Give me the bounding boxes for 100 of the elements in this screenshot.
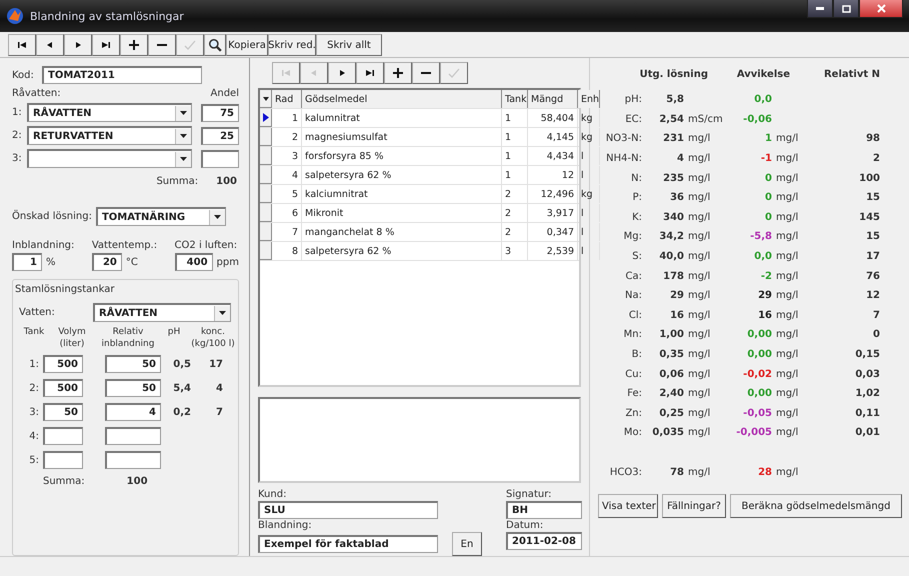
unit-label: mS/cm xyxy=(687,114,724,125)
table-cell: l xyxy=(578,223,600,241)
language-button[interactable]: En xyxy=(452,532,482,556)
result-value: 5,8 xyxy=(665,94,684,106)
code-field[interactable]: TOMAT2011 xyxy=(42,66,202,84)
table-cell: 2 xyxy=(502,223,528,241)
result-value: 16 xyxy=(669,310,684,321)
action-button[interactable]: Beräkna gödselmedelsmängd xyxy=(730,494,902,518)
result-label: EC: xyxy=(624,114,642,125)
first-button[interactable] xyxy=(8,34,36,56)
mix-field[interactable]: 50 xyxy=(105,355,161,373)
share-field[interactable]: 75 xyxy=(201,104,239,122)
relative-n-value: 145 xyxy=(858,212,880,223)
maximize-button[interactable] xyxy=(833,0,859,18)
field-label: CO2 i luften: xyxy=(174,240,238,251)
field-label: Kund: xyxy=(258,489,288,500)
remove-button[interactable] xyxy=(148,34,176,56)
search-button[interactable] xyxy=(204,34,226,56)
deviation-value: -1 xyxy=(760,153,772,164)
unit-label: mg/l xyxy=(775,153,800,164)
field-label: Datum: xyxy=(506,520,544,531)
parameter-field[interactable]: 20 xyxy=(92,253,122,271)
unit-label: mg/l xyxy=(687,270,712,282)
table-cell: 4,434 xyxy=(528,147,578,165)
share-field[interactable]: 25 xyxy=(201,126,239,144)
row-selector[interactable] xyxy=(260,109,272,127)
deviation-value: -0,05 xyxy=(742,408,772,419)
unit-label: mg/l xyxy=(775,349,800,360)
mix-field[interactable] xyxy=(105,451,161,469)
action-button[interactable]: Fällningar? xyxy=(662,494,726,518)
result-label: Na: xyxy=(624,290,642,302)
result-value: 34,2 xyxy=(658,231,684,242)
column-header[interactable]: Mängd xyxy=(528,90,578,108)
relative-n-value: 0 xyxy=(872,329,880,340)
action-button[interactable]: Visa texter xyxy=(598,494,658,518)
mix-field[interactable] xyxy=(105,427,161,445)
mix-field[interactable]: 4 xyxy=(105,403,161,421)
unit-label: mg/l xyxy=(687,192,712,204)
checkmark-icon xyxy=(448,67,460,79)
column-header[interactable]: Gödselmedel xyxy=(302,90,502,108)
mix-name-field[interactable]: Exempel för faktablad xyxy=(258,535,438,553)
toolbar-button[interactable]: Skriv red. xyxy=(268,34,316,56)
next-button[interactable] xyxy=(64,34,92,56)
close-button[interactable] xyxy=(859,0,903,18)
share-field[interactable] xyxy=(201,150,239,168)
water-dropdown[interactable]: RÅVATTEN xyxy=(27,103,192,122)
table-cell: 2 xyxy=(272,128,302,146)
column-header[interactable]: Enh xyxy=(578,90,600,108)
water-dropdown[interactable] xyxy=(27,149,192,168)
deviation-value: -5,8 xyxy=(749,231,772,242)
result-label: Mn: xyxy=(622,329,642,340)
signature-field[interactable]: BH xyxy=(506,501,582,519)
customer-field[interactable]: SLU xyxy=(258,501,438,519)
column-header: pH xyxy=(166,326,182,338)
table-cell: 8 xyxy=(272,242,302,260)
toolbar-button[interactable]: Skriv allt xyxy=(316,34,382,56)
volume-field[interactable]: 500 xyxy=(43,355,83,373)
column-header[interactable]: Rad xyxy=(272,90,302,108)
solution-dropdown[interactable]: TOMATNÄRING xyxy=(96,207,226,226)
column-header: Relativ inblandning xyxy=(100,326,156,350)
table-cell: 2 xyxy=(502,204,528,222)
remove-button[interactable] xyxy=(412,62,440,84)
next-button[interactable] xyxy=(328,62,356,84)
parameter-field[interactable]: 400 xyxy=(174,253,213,271)
prev-button[interactable] xyxy=(36,34,64,56)
relative-n-value: 12 xyxy=(865,290,880,302)
unit-label: mg/l xyxy=(775,192,800,204)
unit-label: mg/l xyxy=(775,310,800,321)
result-value: 4 xyxy=(676,153,684,164)
toolbar-button[interactable]: Kopiera xyxy=(226,34,268,56)
concentration-value: 4 xyxy=(215,382,223,394)
minimize-button[interactable] xyxy=(807,0,833,18)
unit-label: ppm xyxy=(216,256,239,268)
unit-label: mg/l xyxy=(687,212,712,223)
unit-label: mg/l xyxy=(775,290,800,302)
table-cell: 6 xyxy=(272,204,302,222)
notes-area[interactable] xyxy=(258,397,581,483)
add-button[interactable] xyxy=(120,34,148,56)
column-header[interactable]: Tank xyxy=(502,90,528,108)
mix-field[interactable]: 50 xyxy=(105,379,161,397)
water-dropdown[interactable]: RETURVATTEN xyxy=(27,126,192,145)
result-value: 29 xyxy=(669,290,684,302)
dropdown-arrow-icon xyxy=(180,111,187,115)
volume-field[interactable]: 50 xyxy=(43,403,83,421)
row-number: 4: xyxy=(28,430,40,442)
volume-field[interactable]: 500 xyxy=(43,379,83,397)
last-button[interactable] xyxy=(356,62,384,84)
dropdown-arrow-icon xyxy=(180,157,187,161)
parameter-field[interactable]: 1 xyxy=(12,253,42,271)
volume-field[interactable] xyxy=(43,427,83,445)
result-label: Zn: xyxy=(624,408,642,419)
volume-field[interactable] xyxy=(43,451,83,469)
result-value: 1,00 xyxy=(658,329,684,340)
date-field[interactable]: 2011-02-08 xyxy=(506,532,582,550)
row-number: 5: xyxy=(28,454,40,466)
water-dropdown[interactable]: RÅVATTEN xyxy=(93,303,231,322)
last-button[interactable] xyxy=(92,34,120,56)
add-button[interactable] xyxy=(384,62,412,84)
result-value: 0,06 xyxy=(658,368,684,380)
relative-n-value: 0,11 xyxy=(854,408,880,419)
